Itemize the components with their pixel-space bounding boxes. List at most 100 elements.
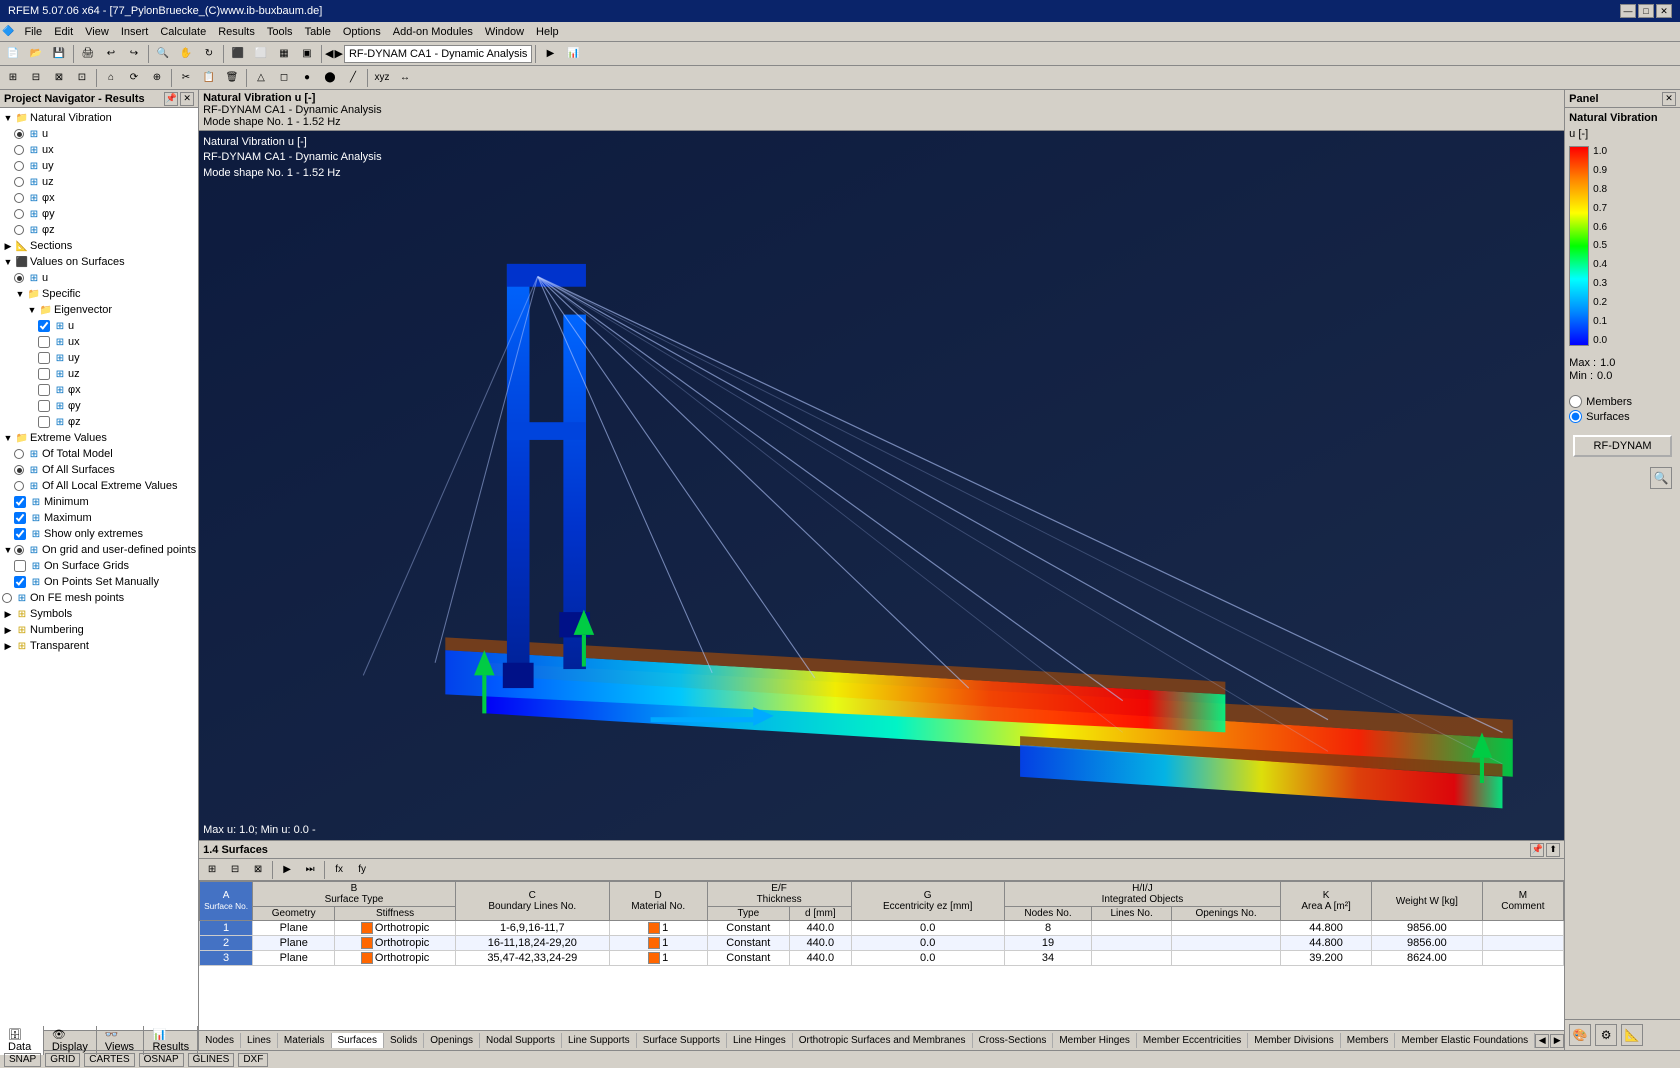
tree-sections[interactable]: ▶ 📐 Sections (2, 238, 196, 254)
rf-dynam-button[interactable]: RF-DYNAM (1573, 435, 1672, 457)
btab-nodal-supports[interactable]: Nodal Supports (480, 1033, 562, 1048)
panel-info-icon[interactable]: 📐 (1621, 1024, 1643, 1046)
menu-view[interactable]: View (79, 24, 115, 40)
tb-undo[interactable]: ↩ (100, 44, 122, 64)
radio-uy[interactable] (14, 161, 24, 171)
tb2-4[interactable]: ⊡ (71, 68, 93, 88)
nav-close[interactable]: ✕ (180, 92, 194, 106)
nav-pin[interactable]: 📌 (164, 92, 178, 106)
cb-eig-uy[interactable] (38, 352, 50, 364)
cb-eig-phix[interactable] (38, 384, 50, 396)
tb2-dim[interactable]: ↔ (394, 68, 416, 88)
btab-member-elastic[interactable]: Member Elastic Foundations (1395, 1033, 1535, 1048)
tb2-3[interactable]: ⊠ (48, 68, 70, 88)
menu-help[interactable]: Help (530, 24, 565, 40)
tree-uy[interactable]: ⊞ uy (2, 158, 196, 174)
table-tb3[interactable]: ⊠ (247, 860, 269, 880)
tb-zoom[interactable]: 🔍 (152, 44, 174, 64)
tb-save[interactable]: 💾 (48, 44, 70, 64)
close-button[interactable]: ✕ (1656, 4, 1672, 18)
menu-calculate[interactable]: Calculate (154, 24, 212, 40)
tree-eig-uz[interactable]: ⊞ uz (2, 366, 196, 382)
table-pin[interactable]: 📌 (1530, 843, 1544, 857)
tb-rotate[interactable]: ↻ (198, 44, 220, 64)
tb2-line[interactable]: ╱ (342, 68, 364, 88)
panel-close[interactable]: ✕ (1662, 92, 1676, 106)
panel-search-icon[interactable]: 🔍 (1650, 467, 1672, 489)
status-dxf[interactable]: DXF (238, 1053, 268, 1067)
viewport-3d[interactable]: Natural Vibration u [-] RF-DYNAM CA1 - D… (199, 131, 1564, 840)
radio-u[interactable] (14, 129, 24, 139)
menu-file[interactable]: File (18, 24, 48, 40)
tb-open[interactable]: 📂 (25, 44, 47, 64)
analysis-dropdown[interactable]: RF-DYNAM CA1 - Dynamic Analysis (344, 45, 532, 63)
tb2-2[interactable]: ⊟ (25, 68, 47, 88)
tree-natural-vibration[interactable]: ▼ 📁 Natural Vibration (2, 110, 196, 126)
panel-color-icon[interactable]: 🎨 (1569, 1024, 1591, 1046)
tb-btn1[interactable]: ⬛ (227, 44, 249, 64)
btab-member-ecc[interactable]: Member Eccentricities (1137, 1033, 1248, 1048)
tree-numbering[interactable]: ▶ ⊞ Numbering (2, 622, 196, 638)
btab-openings[interactable]: Openings (424, 1033, 480, 1048)
tree-maximum[interactable]: ⊞ Maximum (2, 510, 196, 526)
tb2-8[interactable]: ✂ (175, 68, 197, 88)
tb2-6[interactable]: ⟳ (123, 68, 145, 88)
cb-show-extremes[interactable] (14, 528, 26, 540)
tree-values-surfaces[interactable]: ▼ ⬛ Values on Surfaces (2, 254, 196, 270)
btab-surfaces[interactable]: Surfaces (332, 1033, 384, 1048)
radio-phiy[interactable] (14, 209, 24, 219)
table-tb4[interactable]: ▶ (276, 860, 298, 880)
status-cartes[interactable]: CARTES (84, 1053, 134, 1067)
tree-total-model[interactable]: ⊞ Of Total Model (2, 446, 196, 462)
tree-surf-u[interactable]: ⊞ u (2, 270, 196, 286)
members-radio[interactable] (1569, 395, 1582, 408)
radio-fe[interactable] (2, 593, 12, 603)
table-tb1[interactable]: ⊞ (201, 860, 223, 880)
table-tb5[interactable]: ⏭ (299, 860, 321, 880)
tb2-5[interactable]: ⌂ (100, 68, 122, 88)
menu-window[interactable]: Window (479, 24, 530, 40)
tb-btn4[interactable]: ▣ (296, 44, 318, 64)
tb2-1[interactable]: ⊞ (2, 68, 24, 88)
radio-all-surf[interactable] (14, 465, 24, 475)
tree-fe-mesh[interactable]: ⊞ On FE mesh points (2, 590, 196, 606)
table-row[interactable]: 2 Plane Orthotropic 16-11,18,24-29,20 1 … (200, 936, 1564, 951)
tree-local-extreme[interactable]: ⊞ Of All Local Extreme Values (2, 478, 196, 494)
menu-table[interactable]: Table (299, 24, 337, 40)
tb-new[interactable]: 📄 (2, 44, 24, 64)
btab-nodes[interactable]: Nodes (199, 1033, 241, 1048)
btab-materials[interactable]: Materials (278, 1033, 332, 1048)
cb-maximum[interactable] (14, 512, 26, 524)
tab-next[interactable]: ▶ (1550, 1034, 1564, 1048)
tb2-xyz[interactable]: xyz (371, 68, 393, 88)
tree-show-extremes[interactable]: ⊞ Show only extremes (2, 526, 196, 542)
tb-btn2[interactable]: ⬜ (250, 44, 272, 64)
cb-eig-phiz[interactable] (38, 416, 50, 428)
btab-line-hinges[interactable]: Line Hinges (727, 1033, 793, 1048)
btab-cross-sections[interactable]: Cross-Sections (973, 1033, 1054, 1048)
status-grid[interactable]: GRID (45, 1053, 80, 1067)
tb2-11[interactable]: △ (250, 68, 272, 88)
tb2-9[interactable]: 📋 (198, 68, 220, 88)
menu-tools[interactable]: Tools (261, 24, 299, 40)
tree-phiz[interactable]: ⊞ φz (2, 222, 196, 238)
tree-eig-phiz[interactable]: ⊞ φz (2, 414, 196, 430)
status-osnap[interactable]: OSNAP (139, 1053, 184, 1067)
cb-points-manually[interactable] (14, 576, 26, 588)
tb-pan[interactable]: ✋ (175, 44, 197, 64)
tree-ux[interactable]: ⊞ ux (2, 142, 196, 158)
tree-symbols[interactable]: ▶ ⊞ Symbols (2, 606, 196, 622)
tree-eig-phix[interactable]: ⊞ φx (2, 382, 196, 398)
tree-eig-phiy[interactable]: ⊞ φy (2, 398, 196, 414)
table-tb2[interactable]: ⊟ (224, 860, 246, 880)
radio-surf-u[interactable] (14, 273, 24, 283)
cb-eig-phiy[interactable] (38, 400, 50, 412)
tree-surface-grids[interactable]: ⊞ On Surface Grids (2, 558, 196, 574)
radio-total[interactable] (14, 449, 24, 459)
menu-insert[interactable]: Insert (115, 24, 155, 40)
tb2-node[interactable]: ⬤ (319, 68, 341, 88)
btab-member-div[interactable]: Member Divisions (1248, 1033, 1340, 1048)
table-fy[interactable]: fy (351, 860, 373, 880)
tree-all-surfaces[interactable]: ⊞ Of All Surfaces (2, 462, 196, 478)
tb-print[interactable]: 🖨 (77, 44, 99, 64)
